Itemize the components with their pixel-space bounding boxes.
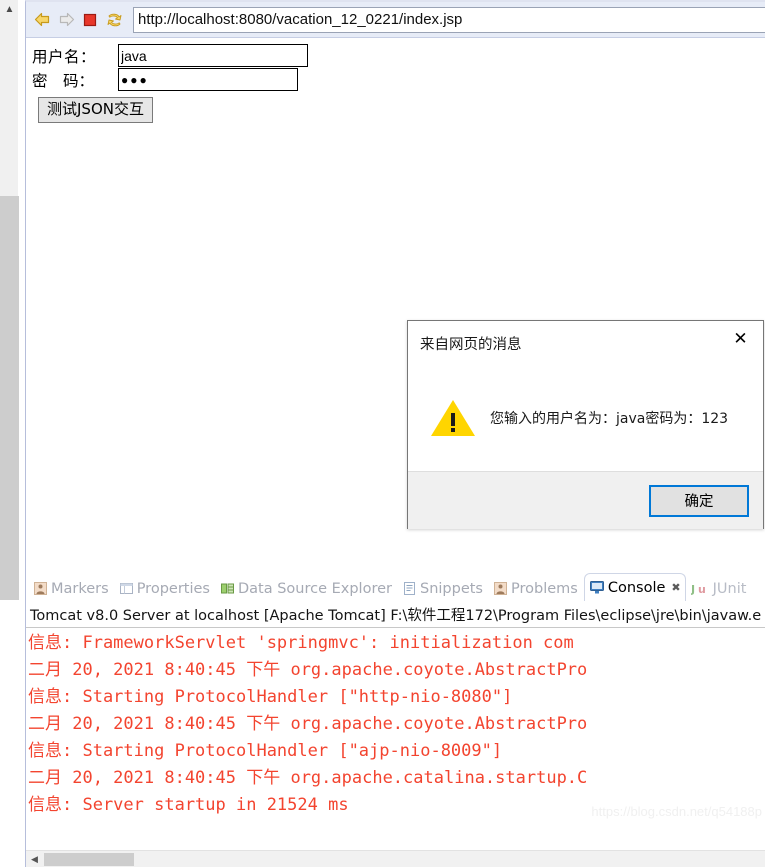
tab-problems[interactable]: Problems bbox=[489, 576, 584, 601]
url-bar[interactable]: http://localhost:8080/vacation_12_0221/i… bbox=[133, 6, 765, 33]
close-icon[interactable]: ✕ bbox=[718, 321, 763, 355]
console-line: 信息: Starting ProtocolHandler ["http-nio-… bbox=[28, 687, 513, 707]
console-horizontal-scrollbar[interactable]: ◀ bbox=[26, 850, 765, 867]
dialog-footer: 确定 bbox=[408, 471, 763, 529]
markers-icon bbox=[34, 582, 47, 595]
tab-label: Properties bbox=[136, 580, 210, 597]
console-line: 信息: FrameworkServlet 'springmvc': initia… bbox=[28, 633, 574, 653]
stop-square-icon[interactable] bbox=[79, 9, 101, 31]
internal-browser-pane: http://localhost:8080/vacation_12_0221/i… bbox=[25, 0, 765, 575]
dialog-message: 您输入的用户名为：java密码为：123 bbox=[490, 411, 729, 427]
tab-snippets[interactable]: Snippets bbox=[398, 576, 489, 601]
web-message-dialog: 来自网页的消息 ✕ 您输入的用户名为：java密码为：123 确定 bbox=[407, 320, 764, 529]
refresh-icon[interactable] bbox=[103, 9, 125, 31]
scroll-left-icon[interactable]: ◀ bbox=[26, 851, 43, 867]
username-row: 用户名： bbox=[32, 44, 765, 67]
eclipse-bottom-panel: Markers Properties Data Source Explorer … bbox=[25, 573, 765, 867]
svg-text:u: u bbox=[698, 583, 706, 595]
junit-icon: J u bbox=[691, 582, 709, 595]
test-json-button[interactable]: 测试JSON交互 bbox=[38, 97, 153, 124]
username-label: 用户名： bbox=[32, 47, 97, 66]
tab-label: Data Source Explorer bbox=[237, 580, 392, 597]
tab-label: Snippets bbox=[419, 580, 483, 597]
console-line: 二月 20, 2021 8:40:45 下午 org.apache.coyote… bbox=[28, 660, 588, 680]
console-output[interactable]: 信息: FrameworkServlet 'springmvc': initia… bbox=[26, 628, 765, 821]
tab-label: Problems bbox=[510, 580, 578, 597]
scroll-up-icon[interactable]: ▲ bbox=[0, 2, 19, 18]
dialog-ok-button[interactable]: 确定 bbox=[649, 484, 749, 517]
console-process-header: Tomcat v8.0 Server at localhost [Apache … bbox=[26, 601, 765, 628]
forward-arrow-icon[interactable] bbox=[55, 9, 77, 31]
console-icon bbox=[589, 581, 604, 594]
tab-label: Console bbox=[607, 579, 666, 596]
password-input[interactable] bbox=[118, 68, 298, 91]
tab-markers[interactable]: Markers bbox=[29, 576, 115, 601]
watermark: https://blog.csdn.net/q54188p bbox=[591, 804, 762, 819]
console-line: 信息: Starting ProtocolHandler ["ajp-nio-8… bbox=[28, 741, 503, 761]
console-line: 二月 20, 2021 8:40:45 下午 org.apache.catali… bbox=[28, 768, 588, 788]
tab-label: Markers bbox=[51, 580, 109, 597]
url-text: http://localhost:8080/vacation_12_0221/i… bbox=[138, 11, 463, 28]
tab-junit[interactable]: J u JUnit bbox=[686, 576, 753, 601]
username-input[interactable] bbox=[118, 44, 308, 67]
console-line: User [username=java, password=123] bbox=[28, 819, 765, 821]
view-tabbar: Markers Properties Data Source Explorer … bbox=[26, 573, 765, 601]
dialog-title: 来自网页的消息 bbox=[420, 336, 522, 353]
properties-icon bbox=[119, 582, 133, 595]
tab-label: JUnit bbox=[712, 580, 747, 597]
tab-data-source-explorer[interactable]: Data Source Explorer bbox=[216, 576, 398, 601]
hscrollbar-thumb[interactable] bbox=[44, 852, 134, 866]
dialog-titlebar: 来自网页的消息 ✕ bbox=[408, 321, 763, 365]
password-row: 密 码： bbox=[32, 68, 765, 91]
scrollbar-thumb[interactable] bbox=[0, 196, 19, 600]
svg-text:J: J bbox=[691, 583, 695, 595]
problems-icon bbox=[493, 582, 507, 595]
editor-vertical-scrollbar[interactable]: ▲ bbox=[0, 0, 19, 600]
app-root: ▲ http://localhost:8080/vacation_12_0221… bbox=[0, 0, 765, 867]
back-arrow-icon[interactable] bbox=[31, 9, 53, 31]
snippets-icon bbox=[403, 582, 416, 595]
warning-triangle-icon bbox=[430, 398, 476, 438]
tab-properties[interactable]: Properties bbox=[115, 576, 216, 601]
browser-toolbar: http://localhost:8080/vacation_12_0221/i… bbox=[26, 2, 765, 38]
console-line: 二月 20, 2021 8:40:45 下午 org.apache.coyote… bbox=[28, 714, 588, 734]
dialog-body: 您输入的用户名为：java密码为：123 bbox=[408, 365, 763, 471]
close-tab-icon[interactable]: ✖ bbox=[671, 581, 680, 594]
password-label: 密 码： bbox=[32, 71, 95, 90]
tab-console[interactable]: Console ✖ bbox=[583, 573, 686, 601]
data-source-explorer-icon bbox=[220, 582, 234, 595]
